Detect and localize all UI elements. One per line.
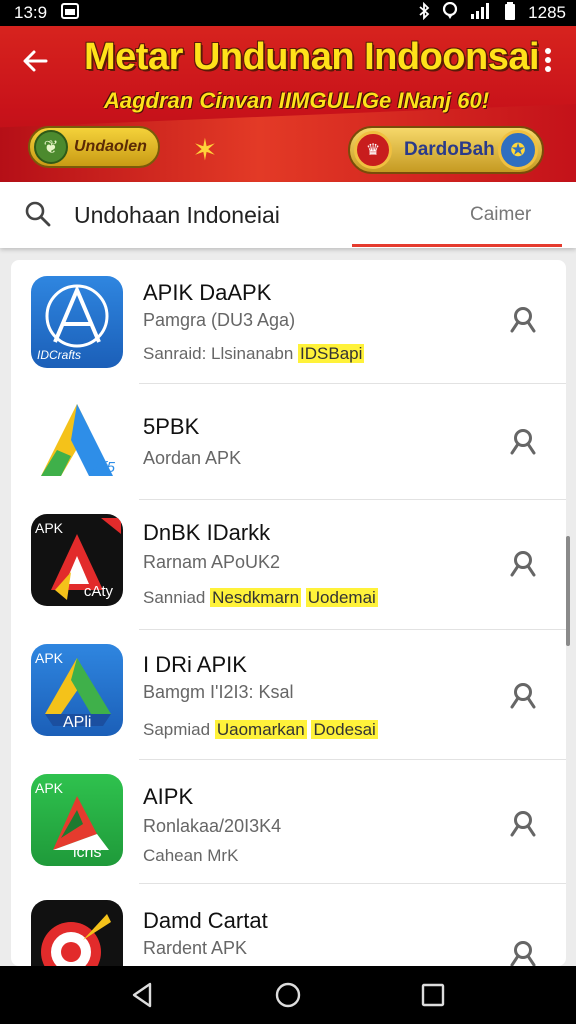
app-icon-label: APK [35,520,64,536]
status-time: 13:9 [14,3,48,22]
list-item[interactable]: APK cAty DnBK IDarkk Rarnam APoUK2 Sanni… [11,500,566,630]
app-icon-black-a: APK cAty [31,514,123,606]
app-icon-caption: cAty [83,583,113,600]
app-subtitle: Bamgm I'I2I3: Ksal [143,682,294,702]
app-detail: Sanraid: Llsinanabn IDSBapi [143,344,365,364]
app-detail: Sanniad Nesdkmarn Uodemai [143,588,378,608]
back-arrow-icon [23,50,48,72]
cancel-button[interactable]: Caimer [470,204,531,226]
app-icon-caption: Af5 [92,459,115,476]
app-detail-text: Sanraid: Llsinanabn [143,344,294,363]
app-detail-text: Sanniad [143,588,206,607]
navigation-bar [0,966,576,1024]
banner-badge-right: ♛ DardoBah ✪ [348,126,544,174]
app-icon-blue-a: IDCrafts [31,276,123,368]
app-icon-label: APK [35,780,64,796]
user-pin-icon[interactable] [509,810,537,838]
search-icon [25,201,51,227]
banner-badge-left: ❦ Undaolen [28,126,160,168]
more-vert-icon [545,48,551,72]
badge-right-label: DardoBah [404,139,495,160]
back-button[interactable] [20,46,52,78]
user-pin-icon[interactable] [509,428,537,456]
app-subtitle: Rardent APK [143,938,248,958]
status-bar: 13:9 1285 [0,0,576,26]
app-subtitle: Aordan APK [143,448,242,468]
battery-level: 1285 [528,3,566,22]
star-emblem-icon: ✶ [192,133,218,167]
bluetooth-icon [418,1,430,24]
user-pin-icon[interactable] [509,306,537,334]
app-name: AIPK [143,784,194,809]
list-item[interactable]: Damd Cartat Rardent APK [11,884,566,966]
highlight-tag: IDSBapi [298,344,365,363]
signal-icon [470,3,492,23]
list-item[interactable]: APK APli I DRi APIK Bamgm I'I2I3: Ksal S… [11,630,566,760]
app-detail: Sapmiad Uaomarkan Dodesai [143,720,378,740]
battery-icon [504,2,516,24]
app-icon-caption: lcrls [73,844,102,861]
app-detail-text: Sapmiad [143,720,211,739]
leaf-emblem-icon: ❦ [34,130,68,164]
app-icon-caption: APli [63,714,92,731]
globe-emblem-icon: ✪ [498,130,538,170]
search-input[interactable]: Undohaan Indoneiai [74,202,280,229]
app-name: APIK DaAPK [143,280,272,305]
list-item[interactable]: IDCrafts APIK DaAPK Pamgra (DU3 Aga) San… [11,260,566,384]
search-underline [352,244,562,247]
app-icon-color-a: Af5 [31,394,123,486]
app-icon-caption: IDCrafts [37,348,82,362]
more-options-button[interactable] [538,46,558,78]
user-pin-icon[interactable] [509,682,537,710]
app-name: Damd Cartat [143,908,268,933]
highlight-tag: Dodesai [311,720,378,739]
app-icon-blue-triangle: APK APli [31,644,123,736]
header-banner: Metar Undunan Indoonsai Aagdran Cinvan I… [0,26,576,182]
gallery-notification-icon [61,3,80,23]
search-bar: Undohaan Indoneiai Caimer [0,182,576,248]
app-subtitle: Rarnam APoUK2 [143,552,281,572]
shield-emblem-icon: ♛ [354,131,392,169]
app-name: I DRi APIK [143,652,247,677]
banner-subtitle: Aagdran Cinvan IIMGULIGe INanj 60! [104,88,490,113]
highlight-tag: Uodemai [305,588,378,607]
location-icon [442,1,458,24]
app-subtitle: Pamgra (DU3 Aga) [143,310,296,330]
user-pin-icon[interactable] [509,940,537,966]
nav-home-icon[interactable] [273,980,303,1010]
app-detail: Cahean MrK [143,846,239,865]
list-item[interactable]: Af5 5PBK Aordan APK [11,384,566,500]
user-pin-icon[interactable] [509,550,537,578]
scrollbar[interactable] [566,536,570,646]
highlight-tag: Uaomarkan [214,720,307,739]
app-name: DnBK IDarkk [143,520,271,545]
nav-recents-icon[interactable] [418,980,448,1010]
app-list: IDCrafts APIK DaAPK Pamgra (DU3 Aga) San… [11,260,566,966]
app-icon-label: APK [35,650,64,666]
app-icon-target [31,900,123,966]
banner-title: Metar Undunan Indoonsai [84,36,540,78]
nav-back-icon[interactable] [128,980,158,1010]
app-subtitle: Ronlakaa/20I3K4 [143,816,282,836]
list-item[interactable]: APK lcrls AIPK Ronlakaa/20I3K4 Cahean Mr… [11,760,566,884]
app-icon-green: APK lcrls [31,774,123,866]
badge-left-label: Undaolen [74,138,147,155]
app-name: 5PBK [143,414,200,439]
highlight-tag: Nesdkmarn [210,588,302,607]
